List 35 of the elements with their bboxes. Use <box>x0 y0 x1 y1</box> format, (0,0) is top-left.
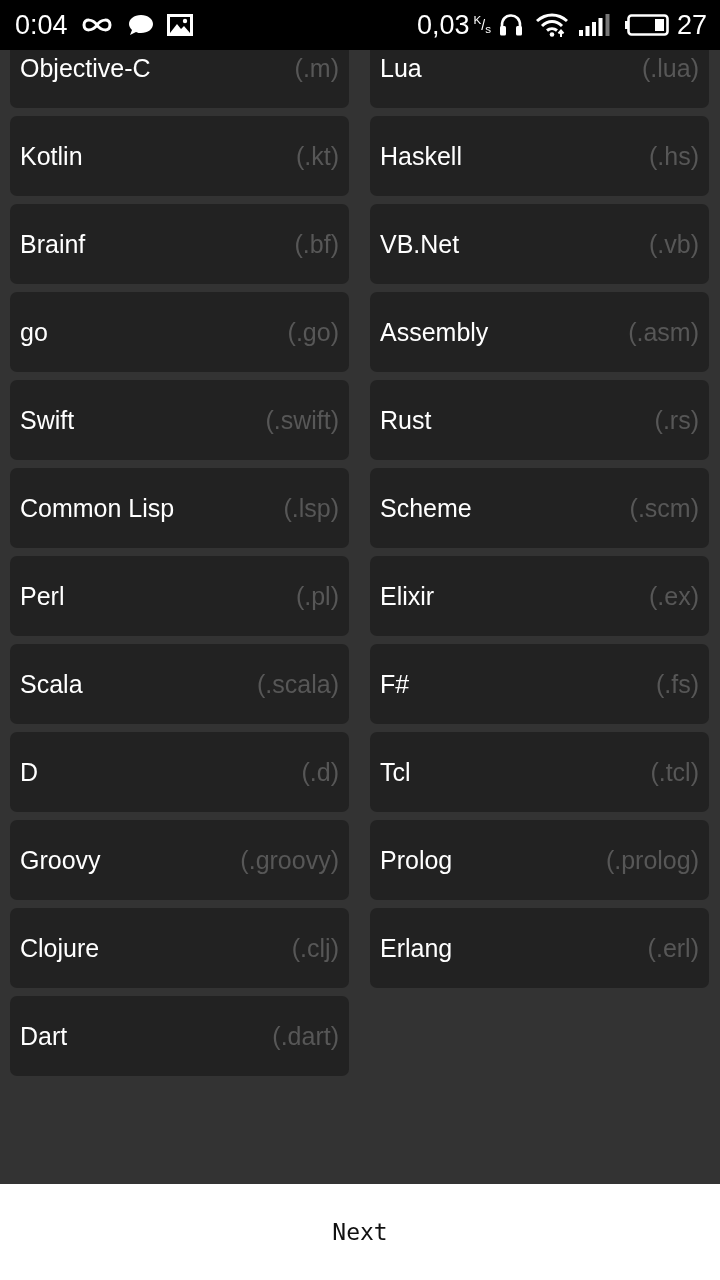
signal-icon <box>578 14 610 36</box>
language-name: go <box>20 317 48 347</box>
speed-unit: $^{K}$/$_{s}$ <box>473 12 491 38</box>
language-name: D <box>20 757 39 787</box>
language-name: Clojure <box>20 933 100 963</box>
next-button[interactable]: Next <box>0 1184 720 1280</box>
language-name: VB.Net <box>380 229 460 259</box>
language-name: Objective-C <box>20 53 151 83</box>
language-name: Kotlin <box>20 141 83 171</box>
language-name: Assembly <box>380 317 489 347</box>
battery-percent: 27 <box>676 10 707 40</box>
headphones-icon <box>498 14 523 36</box>
language-name: Groovy <box>20 845 101 875</box>
language-name: Lua <box>380 53 422 83</box>
language-name: Dart <box>20 1021 68 1051</box>
language-name: Swift <box>20 405 75 435</box>
clock-time: 0:04 <box>15 10 68 40</box>
language-name: Erlang <box>380 933 453 963</box>
chat-bubble-icon <box>127 14 154 36</box>
language-name: Elixir <box>380 581 435 611</box>
wifi-icon <box>534 13 569 37</box>
language-name: Brainf <box>20 229 86 259</box>
language-name: Haskell <box>380 141 462 171</box>
infinity-icon <box>80 17 113 33</box>
network-speed: 0,03 <box>416 10 470 40</box>
image-icon <box>166 14 193 36</box>
language-name: F# <box>380 669 410 699</box>
language-name: Tcl <box>380 757 411 787</box>
language-name: Prolog <box>380 845 453 875</box>
language-name: Scala <box>20 669 83 699</box>
battery-icon <box>624 14 669 36</box>
language-name: Common Lisp <box>20 493 175 523</box>
language-name: Scheme <box>380 493 472 523</box>
language-name: Perl <box>20 581 65 611</box>
language-name: Rust <box>380 405 432 435</box>
